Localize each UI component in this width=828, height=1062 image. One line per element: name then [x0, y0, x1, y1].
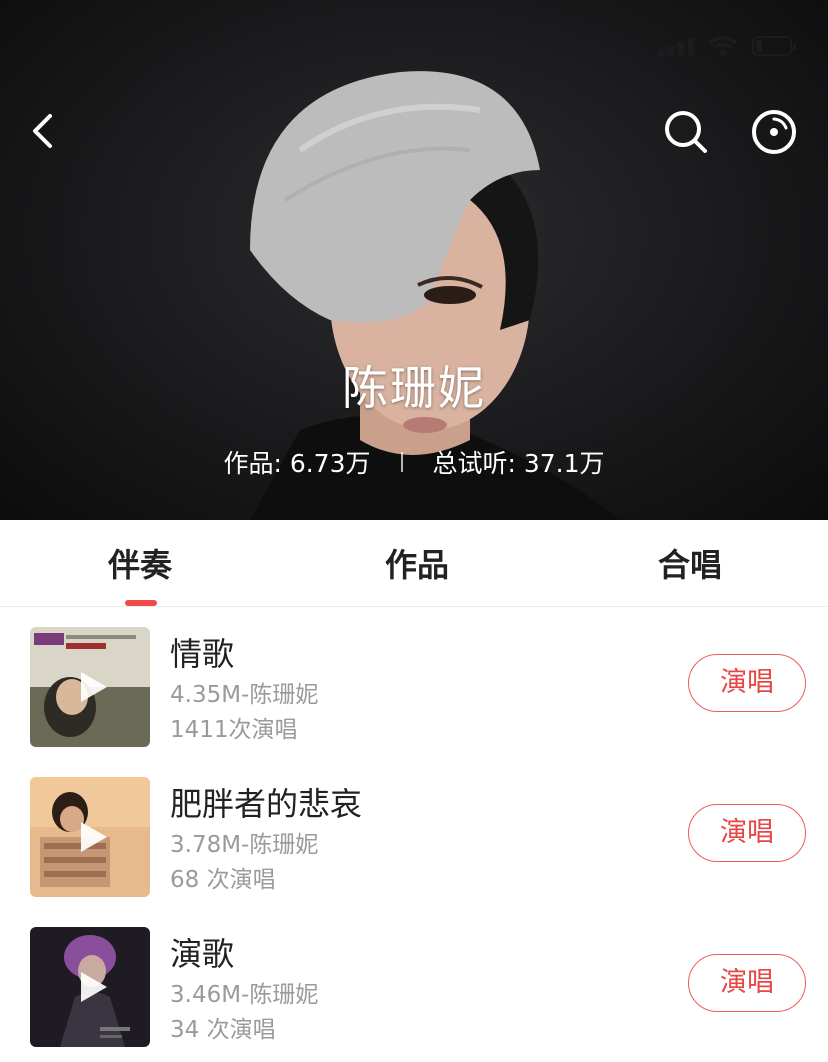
sing-button[interactable]: 演唱 — [688, 954, 806, 1012]
play-icon — [81, 822, 107, 852]
sing-button[interactable]: 演唱 — [688, 804, 806, 862]
song-list: 情歌 4.35M-陈珊妮 1411次演唱 演唱 肥胖者的悲哀 3.78M-陈珊妮… — [0, 607, 828, 1057]
song-sing-count: 68 次演唱 — [170, 867, 276, 893]
album-cover[interactable] — [30, 777, 150, 897]
album-cover[interactable] — [30, 927, 150, 1047]
signal-icon — [658, 36, 694, 56]
wifi-icon — [708, 35, 738, 56]
song-title: 演歌 — [170, 935, 235, 973]
back-arrow-icon[interactable] — [22, 108, 68, 154]
active-tab-indicator — [125, 600, 157, 606]
artist-photo — [250, 71, 620, 520]
song-sing-count: 34 次演唱 — [170, 1017, 276, 1043]
song-sing-count: 1411次演唱 — [170, 717, 298, 743]
play-icon — [81, 972, 107, 1002]
tab-works[interactable]: 作品 — [367, 540, 467, 590]
tab-accompaniment[interactable]: 伴奏 — [90, 540, 190, 590]
tab-chorus[interactable]: 合唱 — [640, 540, 740, 590]
list-item[interactable]: 肥胖者的悲哀 3.78M-陈珊妮 68 次演唱 演唱 — [0, 757, 828, 907]
search-icon[interactable] — [660, 106, 712, 158]
disc-icon[interactable] — [748, 106, 800, 158]
artist-name: 陈珊妮 — [342, 361, 486, 415]
album-cover[interactable] — [30, 627, 150, 747]
play-icon — [81, 672, 107, 702]
song-meta: 3.46M-陈珊妮 — [170, 982, 319, 1008]
works-count: 作品: 6.73万 — [223, 449, 371, 478]
plays-count: 总试听: 37.1万 — [432, 449, 605, 478]
artist-stats: 作品: 6.73万 总试听: 37.1万 — [0, 444, 828, 480]
battery-icon — [752, 36, 796, 56]
song-title: 肥胖者的悲哀 — [170, 785, 363, 823]
song-title: 情歌 — [170, 635, 235, 673]
status-bar — [658, 30, 796, 62]
sing-button[interactable]: 演唱 — [688, 654, 806, 712]
song-meta: 4.35M-陈珊妮 — [170, 682, 319, 708]
list-item[interactable]: 演歌 3.46M-陈珊妮 34 次演唱 演唱 — [0, 907, 828, 1057]
artist-header: 陈珊妮 作品: 6.73万 总试听: 37.1万 — [0, 0, 828, 520]
tab-bar: 伴奏 作品 合唱 — [0, 520, 828, 607]
song-meta: 3.78M-陈珊妮 — [170, 832, 319, 858]
list-item[interactable]: 情歌 4.35M-陈珊妮 1411次演唱 演唱 — [0, 607, 828, 757]
stats-divider — [400, 452, 403, 472]
